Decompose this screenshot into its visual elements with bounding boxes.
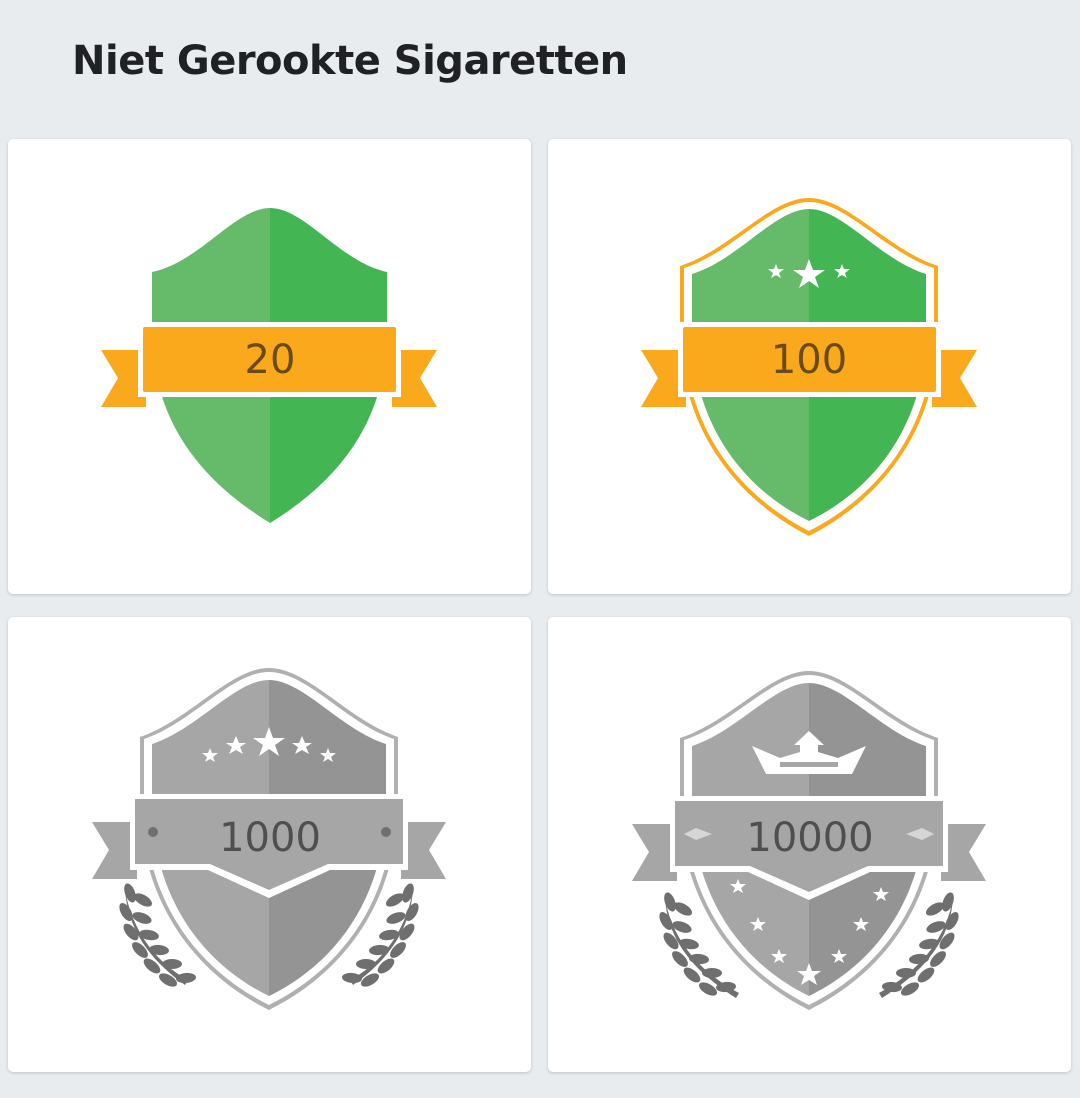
- shield-crown-badge-icon: 10000: [632, 671, 986, 1010]
- shield-badge-icon: 20: [101, 208, 437, 523]
- badge-value: 10000: [746, 815, 873, 861]
- badge-value: 1000: [219, 815, 321, 861]
- badge-card-20[interactable]: 20: [8, 139, 531, 594]
- badge-value: 20: [245, 337, 296, 383]
- shield-stars-badge-icon: 100: [641, 198, 977, 536]
- shield-laurel-badge-icon: 1000: [92, 668, 446, 1010]
- badge-card-100[interactable]: 100: [548, 139, 1071, 594]
- badge-card-1000[interactable]: 1000: [8, 617, 531, 1072]
- page-title: Niet Gerookte Sigaretten: [72, 38, 628, 84]
- badge-card-10000[interactable]: 10000: [548, 617, 1071, 1072]
- badge-value: 100: [771, 337, 847, 383]
